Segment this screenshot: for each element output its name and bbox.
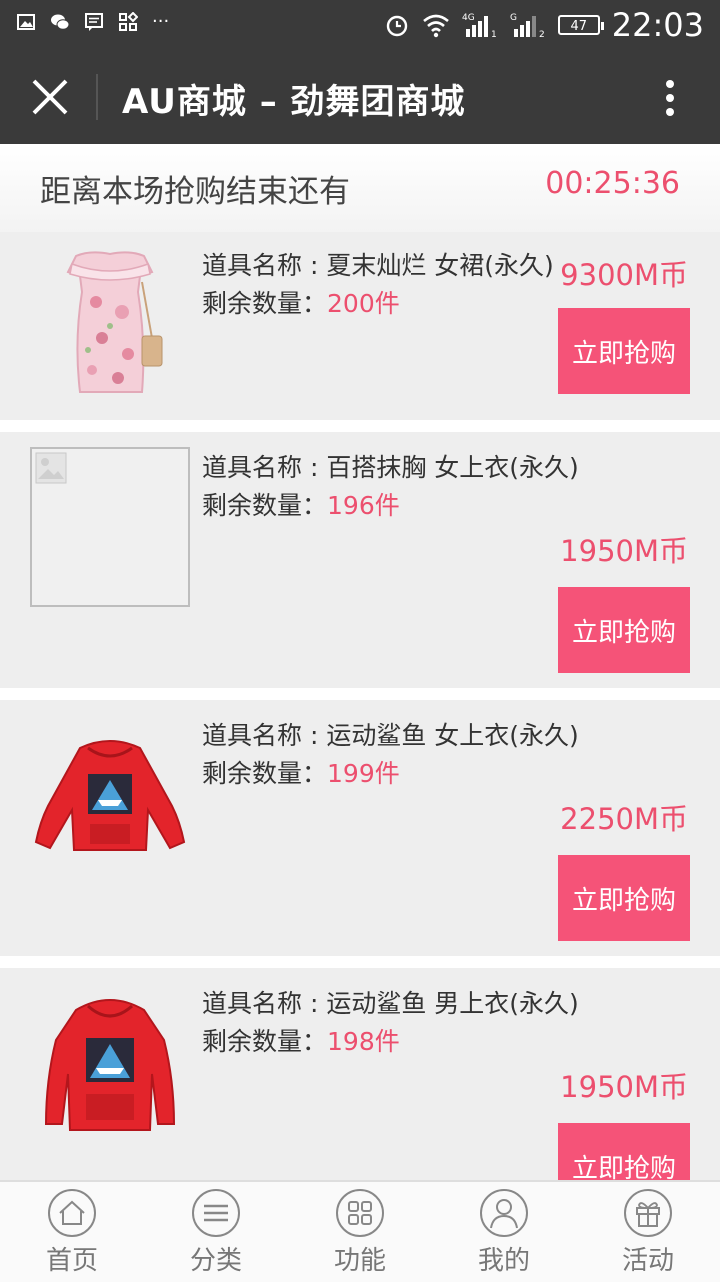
stock-count: 196件 — [327, 491, 400, 520]
status-time: 22:03 — [611, 6, 704, 44]
stock-label: 剩余数量： — [202, 759, 328, 788]
alarm-icon — [386, 15, 407, 37]
product-stock: 剩余数量：198件 — [202, 1022, 400, 1058]
broken-image-icon — [35, 452, 67, 484]
status-bar: ··· 4G 1 G2 47 22:03 — [0, 0, 720, 50]
product-price: 1950M币 — [560, 534, 688, 568]
grid-icon — [336, 1189, 384, 1237]
signal-4g-icon: 4G 1 — [462, 13, 497, 39]
nav-home-label: 首页 — [45, 1246, 98, 1276]
page-title: AU商城 – 劲舞团商城 — [122, 82, 466, 122]
svg-text:G: G — [510, 13, 517, 23]
product-price: 9300M币 — [560, 258, 688, 292]
stock-count: 199件 — [327, 759, 400, 788]
product-item: 道具名称 : 百搭抹胸 女上衣(永久) 剩余数量：196件 1950M币 立即抢… — [0, 432, 720, 688]
gift-icon — [624, 1189, 672, 1237]
message-icon — [85, 13, 103, 31]
gallery-icon — [17, 14, 35, 30]
stock-label: 剩余数量： — [202, 1027, 328, 1056]
product-stock: 剩余数量：200件 — [202, 284, 400, 320]
product-name: 道具名称 : 夏末灿烂 女裙(永久) — [202, 251, 554, 280]
svg-text:2: 2 — [539, 30, 545, 39]
stock-count: 200件 — [327, 289, 400, 318]
nav-features-label: 功能 — [333, 1246, 386, 1276]
product-list[interactable]: 道具名称 : 夏末灿烂 女裙(永久) 9300M币 剩余数量：200件 立即抢购… — [0, 232, 720, 1180]
battery-indicator: 47 — [557, 15, 604, 35]
svg-text:4G: 4G — [462, 13, 475, 23]
product-item: 道具名称 : 夏末灿烂 女裙(永久) 9300M币 剩余数量：200件 立即抢购 — [0, 232, 720, 420]
image-placeholder — [30, 447, 190, 607]
red-hoodie-image — [34, 740, 186, 851]
product-price: 1950M币 — [560, 1070, 688, 1104]
menu-icon — [192, 1189, 240, 1237]
nav-category-label: 分类 — [189, 1246, 242, 1276]
user-icon — [480, 1189, 528, 1237]
svg-text:1: 1 — [491, 30, 497, 39]
nav-mine-label: 我的 — [477, 1246, 530, 1276]
product-item: 道具名称 : 运动鲨鱼 男上衣(永久) 剩余数量：198件 1950M币 立即抢… — [0, 968, 720, 1180]
nav-mine[interactable]: 我的 — [432, 1182, 576, 1282]
nav-activity-label: 活动 — [621, 1246, 674, 1276]
product-name: 道具名称 : 运动鲨鱼 男上衣(永久) — [202, 989, 579, 1018]
product-stock: 剩余数量：196件 — [202, 486, 400, 522]
nav-home[interactable]: 首页 — [0, 1182, 144, 1282]
nav-activity[interactable]: 活动 — [576, 1182, 720, 1282]
more-options-icon[interactable] — [660, 76, 680, 120]
product-stock: 剩余数量：199件 — [202, 754, 400, 790]
title-divider — [96, 74, 98, 120]
title-bar: AU商城 – 劲舞团商城 — [0, 50, 720, 144]
pink-dress-image — [66, 251, 163, 393]
stock-label: 剩余数量： — [202, 491, 328, 520]
buy-now-button[interactable]: 立即抢购 — [558, 587, 690, 673]
wechat-icon — [51, 14, 70, 30]
nav-features[interactable]: 功能 — [288, 1182, 432, 1282]
countdown-bar: 距离本场抢购结束还有 00:25:36 — [0, 144, 720, 233]
signal-g-icon: G2 — [510, 13, 545, 39]
buy-now-button[interactable]: 立即抢购 — [558, 855, 690, 941]
countdown-time: 00:25:36 — [545, 166, 680, 201]
product-price: 2250M币 — [560, 802, 688, 836]
product-name: 道具名称 : 百搭抹胸 女上衣(永久) — [202, 453, 579, 482]
apps-icon — [119, 12, 138, 31]
nav-category[interactable]: 分类 — [144, 1182, 288, 1282]
countdown-label: 距离本场抢购结束还有 — [40, 174, 350, 210]
more-notifications-icon: ··· — [152, 11, 170, 32]
bottom-nav: 首页 分类 功能 我的 活动 — [0, 1180, 720, 1282]
home-icon — [48, 1189, 96, 1237]
wifi-icon — [422, 14, 449, 38]
stock-label: 剩余数量： — [202, 289, 328, 318]
buy-now-button[interactable]: 立即抢购 — [558, 308, 690, 394]
buy-now-button[interactable]: 立即抢购 — [558, 1123, 690, 1180]
close-icon[interactable] — [28, 75, 72, 119]
product-name: 道具名称 : 运动鲨鱼 女上衣(永久) — [202, 721, 579, 750]
product-item: 道具名称 : 运动鲨鱼 女上衣(永久) 剩余数量：199件 2250M币 立即抢… — [0, 700, 720, 956]
red-hoodie-image — [44, 999, 176, 1131]
stock-count: 198件 — [327, 1027, 400, 1056]
